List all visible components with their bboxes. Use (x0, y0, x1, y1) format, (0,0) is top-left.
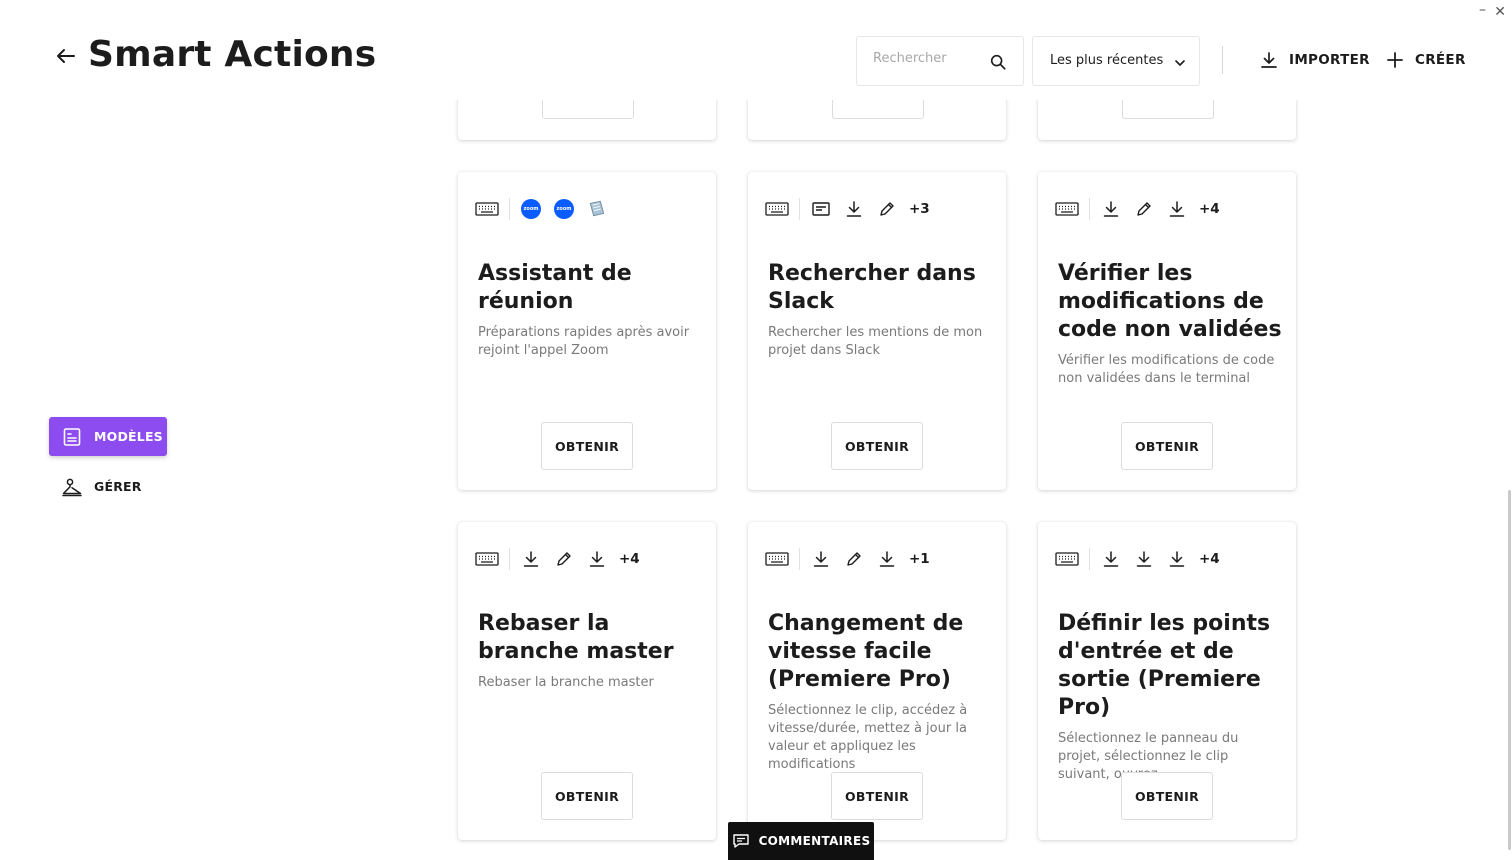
card-icon-row: +3 (765, 198, 930, 220)
card-title: Définir les points d'entrée et de sortie… (1058, 611, 1271, 720)
create-label: CRÉER (1415, 52, 1466, 68)
keyboard-icon (765, 548, 789, 570)
card-icon-row: +4 (1055, 198, 1220, 220)
zoom-icon: zoom (552, 198, 576, 220)
template-card-meeting-assistant: zoom zoom Assistant de réunion Préparati… (458, 172, 716, 490)
card-title: Rechercher dans Slack (768, 261, 976, 314)
card-description: Sélectionnez le clip, accédez à vitesse/… (768, 703, 968, 772)
sort-value: Les plus récentes (1050, 53, 1164, 68)
obtain-button[interactable]: OBTENIR (1121, 422, 1213, 470)
more-actions-count: +4 (619, 551, 640, 567)
chevron-down-icon (1173, 55, 1187, 69)
template-card-in-out-points: +4 Définir les points d'entrée et de sor… (1038, 522, 1296, 840)
download-icon (1099, 548, 1123, 570)
card-title: Rebaser la branche master (478, 611, 674, 664)
card-title: Changement de vitesse facile (Premiere P… (768, 611, 964, 692)
minimize-button[interactable]: – (1479, 2, 1486, 18)
card-icon-row: zoom zoom (475, 198, 618, 220)
card-description: Rebaser la branche master (478, 675, 654, 690)
hanger-icon (62, 478, 82, 496)
sidebar-item-label: GÉRER (94, 479, 142, 494)
download-icon (875, 548, 899, 570)
card-title: Assistant de réunion (478, 261, 632, 314)
obtain-button-partial[interactable] (1122, 100, 1214, 119)
sidebar-item-label: MODÈLES (94, 429, 163, 444)
keyboard-icon (765, 198, 789, 220)
keyboard-icon (1055, 198, 1079, 220)
download-icon (1099, 198, 1123, 220)
card-icon-row: +4 (1055, 548, 1220, 570)
download-icon (1165, 548, 1189, 570)
obtain-button[interactable]: OBTENIR (1121, 772, 1213, 820)
card-description: Vérifier les modifications de code non v… (1058, 353, 1275, 386)
obtain-button[interactable]: OBTENIR (831, 422, 923, 470)
download-icon (1132, 548, 1156, 570)
sidebar-item-manage[interactable]: GÉRER (49, 467, 167, 506)
pencil-icon (842, 548, 866, 570)
template-card-speed-change: +1 Changement de vitesse facile (Premier… (748, 522, 1006, 840)
template-card-partial (458, 100, 716, 140)
feedback-button[interactable]: COMMENTAIRES (728, 822, 874, 860)
text-block-icon (809, 198, 833, 220)
keyboard-icon (1055, 548, 1079, 570)
search-icon[interactable] (989, 53, 1007, 71)
feedback-label: COMMENTAIRES (758, 834, 871, 848)
card-icon-row: +1 (765, 548, 930, 570)
plus-icon (1387, 52, 1403, 68)
zoom-icon: zoom (519, 198, 543, 220)
card-description: Rechercher les mentions de mon projet da… (768, 325, 983, 358)
template-card-slack-search: +3 Rechercher dans Slack Rechercher les … (748, 172, 1006, 490)
search-input[interactable] (873, 51, 983, 66)
import-button[interactable]: IMPORTER (1259, 48, 1370, 72)
template-icon (63, 427, 81, 446)
obtain-button[interactable]: OBTENIR (541, 772, 633, 820)
more-actions-count: +4 (1199, 551, 1220, 567)
close-button[interactable]: ✕ (1494, 4, 1506, 20)
obtain-button-partial[interactable] (542, 100, 634, 119)
template-card-rebase-master: +4 Rebaser la branche master Rebaser la … (458, 522, 716, 840)
keyboard-icon (475, 548, 499, 570)
card-title: Vérifier les modifications de code non v… (1058, 261, 1282, 342)
notebook-icon (585, 198, 609, 220)
obtain-button-partial[interactable] (832, 100, 924, 119)
pencil-icon (552, 548, 576, 570)
download-icon (585, 548, 609, 570)
create-button[interactable]: CRÉER (1385, 48, 1466, 72)
download-icon (519, 548, 543, 570)
more-actions-count: +1 (909, 551, 930, 567)
sidebar-item-models[interactable]: MODÈLES (49, 417, 167, 456)
template-card-check-uncommitted: +4 Vérifier les modifications de code no… (1038, 172, 1296, 490)
page-title: Smart Actions (88, 34, 377, 75)
sort-dropdown[interactable]: Les plus récentes (1032, 36, 1200, 86)
more-actions-count: +3 (909, 201, 930, 217)
pencil-icon (1132, 198, 1156, 220)
comment-icon (732, 834, 749, 848)
obtain-button[interactable]: OBTENIR (831, 772, 923, 820)
pencil-icon (875, 198, 899, 220)
back-arrow-icon[interactable] (54, 44, 78, 68)
more-actions-count: +4 (1199, 201, 1220, 217)
keyboard-icon (475, 198, 499, 220)
templates-grid: zoom zoom Assistant de réunion Préparati… (440, 100, 1320, 860)
obtain-button[interactable]: OBTENIR (541, 422, 633, 470)
download-icon (809, 548, 833, 570)
card-icon-row: +4 (475, 548, 640, 570)
template-card-partial (748, 100, 1006, 140)
download-icon (1165, 198, 1189, 220)
template-card-partial (1038, 100, 1296, 140)
import-label: IMPORTER (1289, 52, 1370, 68)
header-divider (1222, 46, 1223, 74)
download-icon (842, 198, 866, 220)
scrollbar[interactable] (1504, 100, 1512, 860)
import-icon (1261, 52, 1277, 68)
card-description: Préparations rapides après avoir rejoint… (478, 325, 690, 358)
search-box[interactable] (856, 36, 1024, 86)
scrollbar-thumb[interactable] (1508, 490, 1511, 850)
